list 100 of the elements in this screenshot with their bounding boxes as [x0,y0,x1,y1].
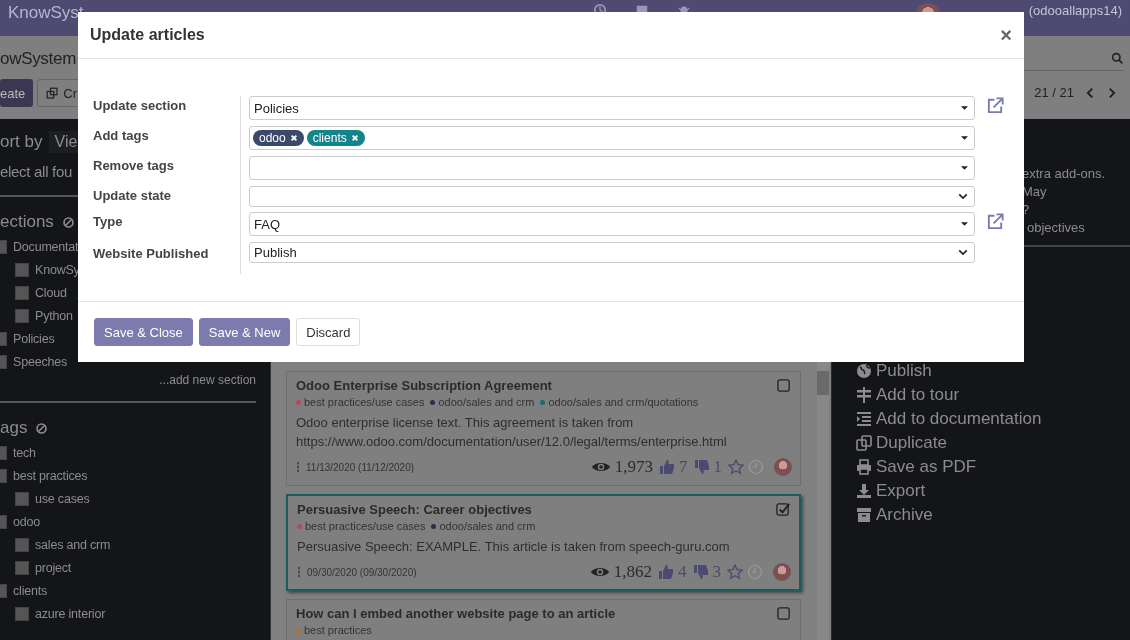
add-section-link[interactable]: ...add new section [159,373,256,387]
checkbox[interactable] [15,262,29,277]
external-link-icon[interactable] [986,212,1005,231]
star-icon[interactable] [728,459,744,475]
tag-chip[interactable]: odoo [253,130,304,146]
thumbs-up-icon[interactable] [658,564,674,580]
checkbox[interactable] [15,606,29,621]
checkbox[interactable] [777,378,792,393]
tag-label: best practices/use cases [305,520,426,532]
dialog-button[interactable]: Save & New [198,318,291,346]
tag-label: odoo/sales and crm/quotations [548,396,699,408]
tree-item[interactable]: tech [13,445,36,460]
article-card[interactable]: How can I embed another website page to an article best practices [286,599,801,640]
search-icon[interactable] [1111,51,1124,65]
author-avatar [773,563,791,581]
pager-value: 21 / 21 [1034,85,1074,100]
input-field[interactable] [249,186,975,207]
checkbox[interactable] [15,537,29,552]
next-icon[interactable] [1107,85,1116,100]
thumbs-up-icon[interactable] [659,459,675,475]
tree-item[interactable]: best practices [13,468,88,483]
action-link[interactable]: Add to documentation [856,407,1130,431]
user-menu[interactable]: (odooallapps14) [1028,3,1122,18]
group-heading: ags [0,418,28,438]
article-card[interactable] [286,371,801,486]
caret-icon [961,105,968,111]
clear-icon[interactable] [61,215,75,229]
download-icon [856,483,872,499]
checkbox[interactable] [15,560,29,575]
action-link[interactable]: Add to tour [856,383,1130,407]
close-button[interactable]: × [1000,23,1012,47]
tag-label: best practices [304,624,372,636]
tree-item[interactable]: Speeches [13,354,67,369]
input-field[interactable]: Publish [249,242,975,263]
article-excerpt: Odoo enterprise license text. This agreement is taken from https://www.odoo.com/documentation/user/12.0/legal/terms/enterprise.html [296,414,728,451]
globe-icon [856,363,872,379]
input-field[interactable] [249,156,975,180]
input-field[interactable]: FAQ [249,212,975,236]
tree-item[interactable]: sales and crm [35,537,111,552]
drag-handle-icon[interactable] [296,461,300,473]
field-label: Update section [93,96,241,128]
action-link[interactable]: Export [856,479,1130,503]
tag-chip[interactable]: clients [306,130,365,146]
checkbox[interactable] [15,308,29,323]
clear-icon[interactable] [35,421,49,435]
checkbox[interactable] [777,606,792,621]
tree-item[interactable]: Cloud [35,285,67,300]
tree-item[interactable]: clients [13,583,48,598]
view-count: 1,862 [613,562,652,582]
clock-icon[interactable] [748,459,764,475]
scroll-thumb[interactable] [817,371,829,395]
group-heading: ections [0,212,54,232]
thumbs-down-icon[interactable] [692,564,709,580]
checkbox[interactable] [15,491,29,506]
archive-icon [856,507,872,523]
thumbs-down-icon[interactable] [693,459,710,475]
article-date: 09/30/2020 (09/30/2020) [307,566,417,578]
drag-handle-icon[interactable] [297,566,301,578]
app-name[interactable]: KnowSyst [8,3,84,23]
star-icon[interactable] [727,564,743,580]
chevron-icon [958,249,968,256]
article-title: Persuasive Speech: Career objectives [297,502,532,517]
article-date: 11/13/2020 (11/12/2020) [306,461,415,473]
tree-item[interactable]: use cases [35,491,90,506]
tag-label: odoo/sales and crm [438,396,535,408]
tree-item[interactable]: azure interior [35,606,106,621]
caret-icon [961,165,968,171]
action-link[interactable]: Publish [856,359,1130,383]
remove-icon[interactable] [350,134,359,142]
input-field[interactable]: Policies [249,96,975,120]
action-link[interactable]: Archive [856,503,1130,527]
checkbox[interactable] [15,285,29,300]
checkbox[interactable] [776,502,791,517]
field-label: Add tags [93,126,241,158]
caret-icon [961,135,968,141]
tree-item[interactable]: project [35,560,72,575]
input-field[interactable]: odoo clients [249,126,975,150]
tree-item[interactable]: KnowSy [35,262,80,277]
external-link-icon[interactable] [986,96,1005,115]
tag-label: odoo/sales and crm [439,520,536,532]
article-excerpt: Persuasive Speech: EXAMPLE. This article is taken from speech-guru.com [297,538,731,556]
field-label: Update state [93,186,241,214]
action-link[interactable]: Duplicate [856,431,1130,455]
action-link[interactable]: Save as PDF [856,455,1130,479]
clock-icon[interactable] [747,564,763,580]
caret-icon [961,221,968,227]
tree-item[interactable]: Python [35,308,73,323]
previous-icon[interactable] [1086,85,1095,100]
remove-icon[interactable] [289,134,298,142]
printer-icon [856,459,872,475]
signpost-icon [856,387,872,403]
tree-item[interactable]: Policies [13,331,55,346]
tree-item[interactable]: Documentat [13,239,79,254]
field-label: Remove tags [93,156,241,188]
toolbar-button[interactable]: eate [0,79,34,107]
dialog-button[interactable]: Save & Close [94,318,193,346]
field-label: Type [93,212,241,244]
tree-item[interactable]: odoo [13,514,40,529]
dialog-button[interactable]: Discard [296,318,361,346]
article-title: Odoo Enterprise Subscription Agreement [296,378,552,393]
